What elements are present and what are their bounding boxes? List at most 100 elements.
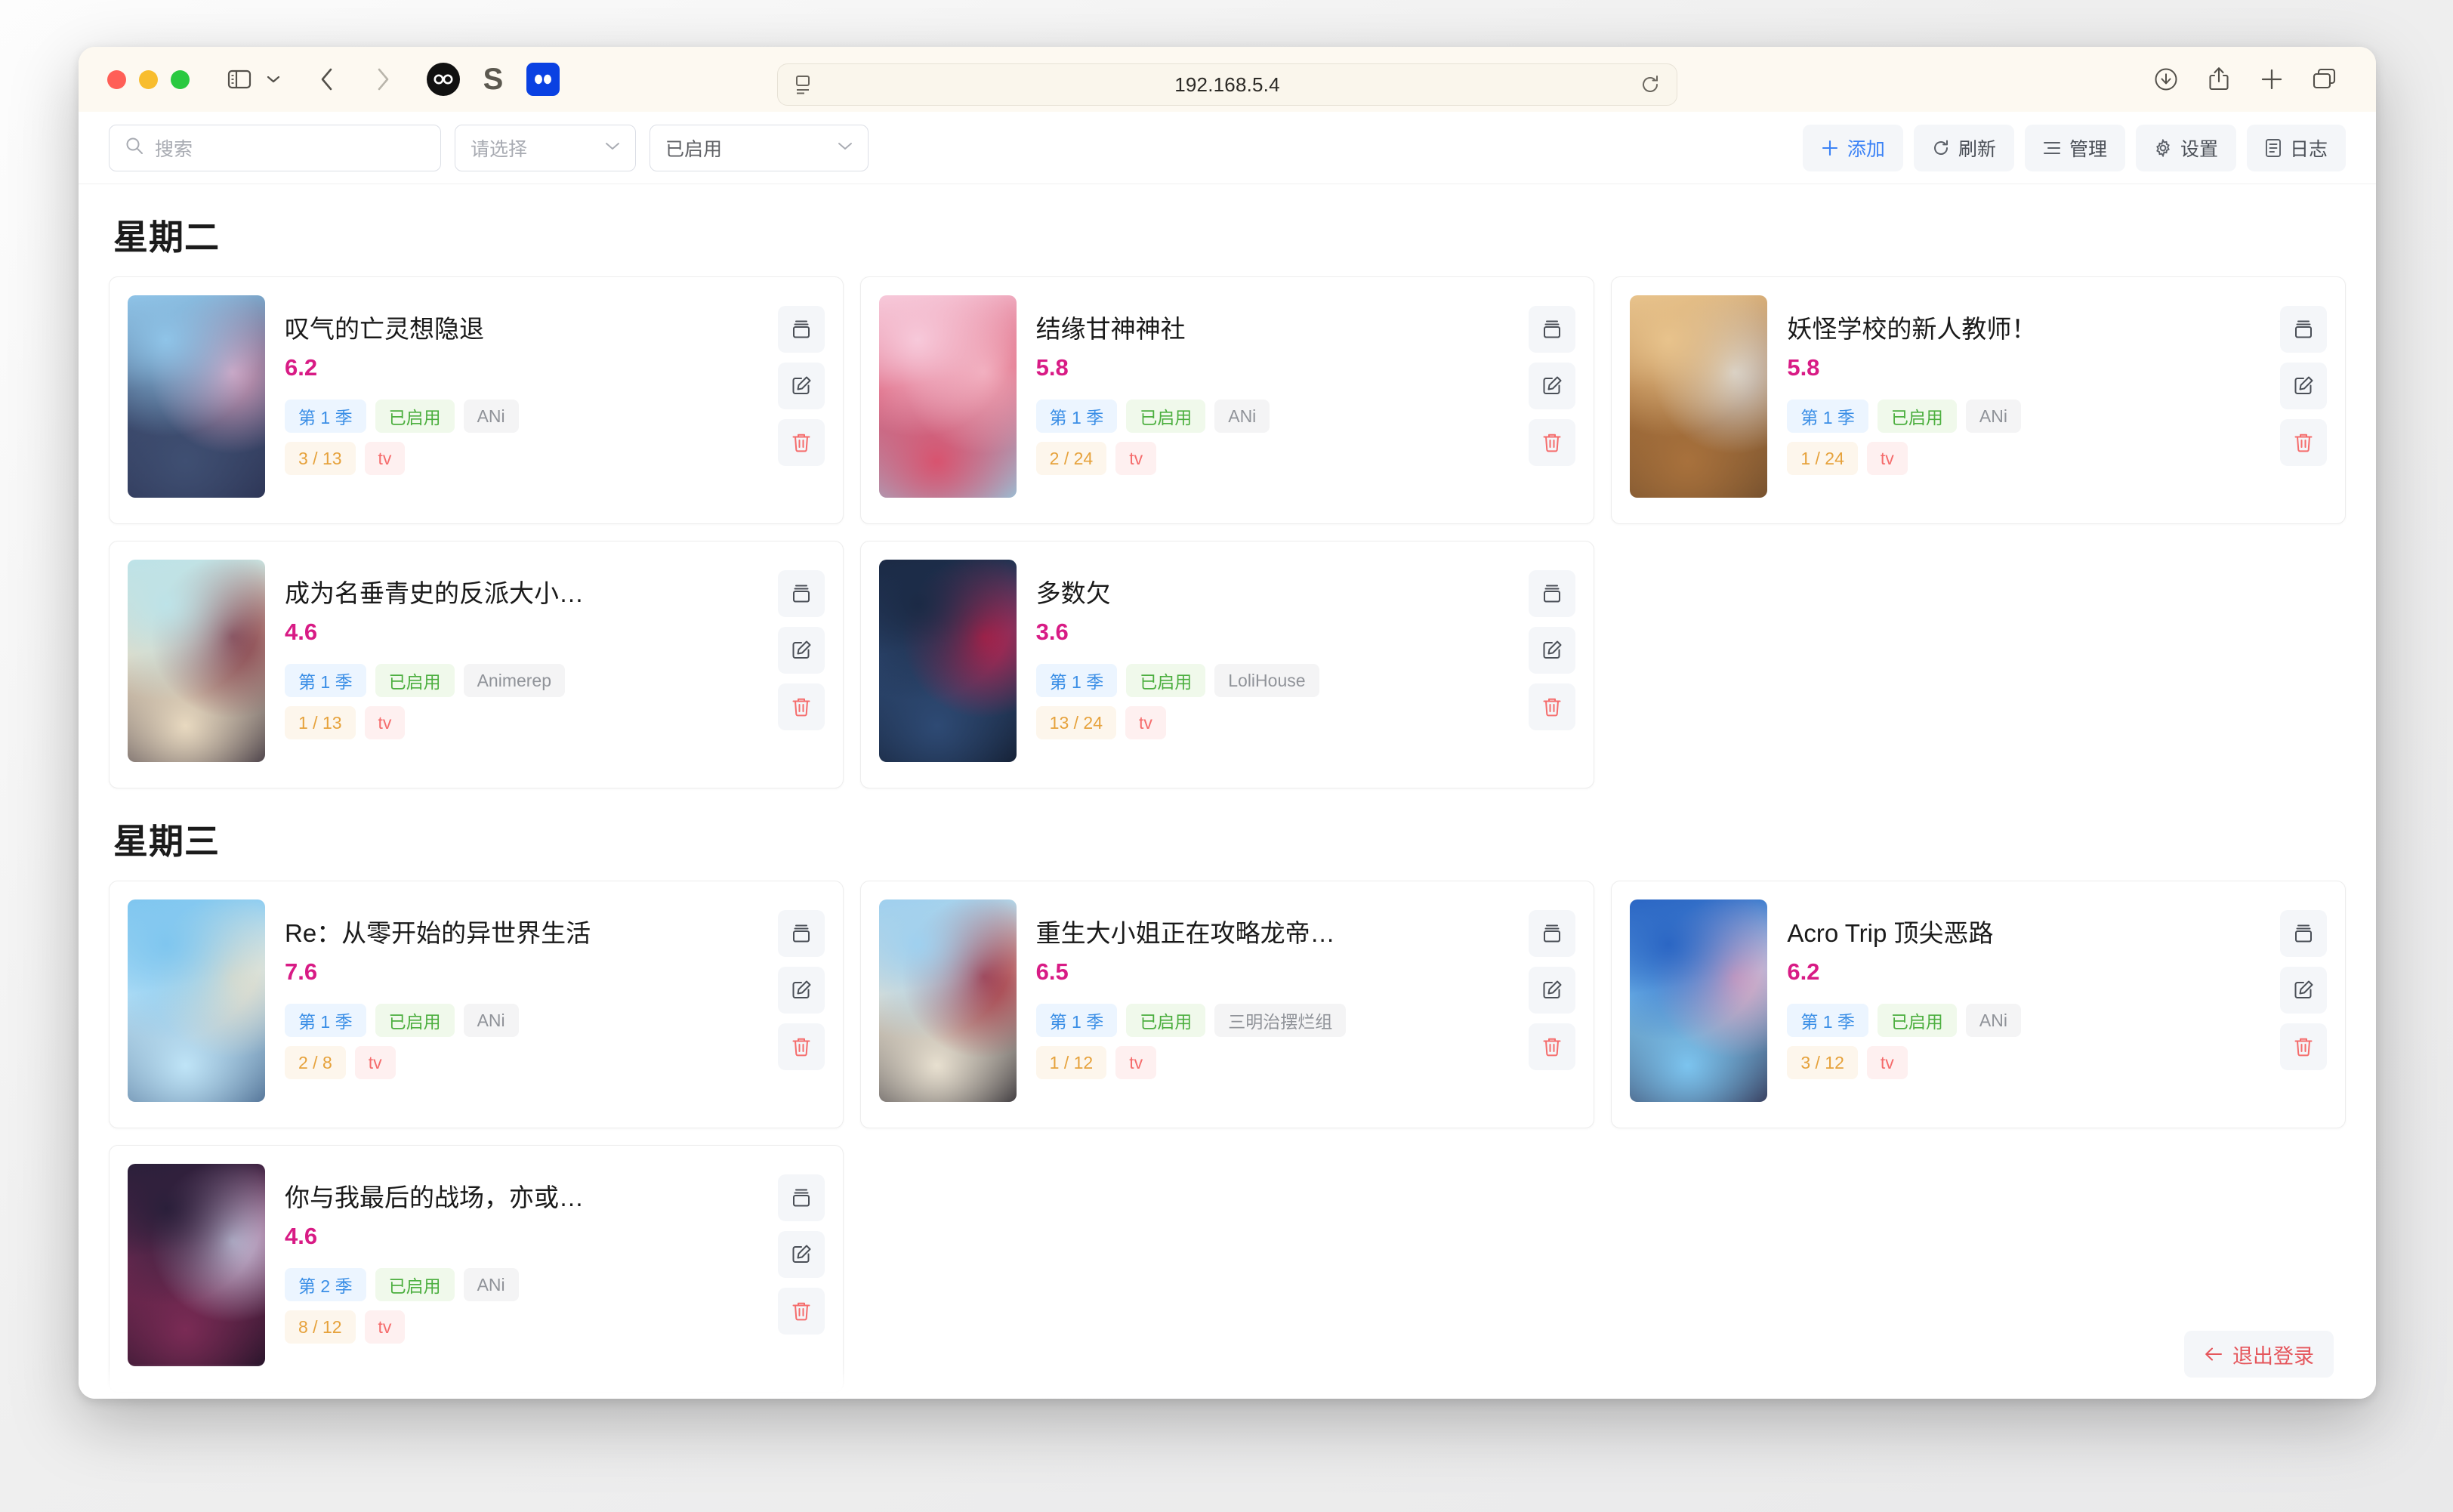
refresh-button[interactable]: 刷新 xyxy=(1913,124,2014,171)
anime-poster[interactable] xyxy=(1630,295,1768,498)
s-favicon[interactable]: S xyxy=(477,63,510,96)
reload-icon[interactable] xyxy=(1640,74,1660,95)
log-button[interactable]: 日志 xyxy=(2246,124,2346,171)
delete-icon[interactable] xyxy=(2280,1023,2327,1070)
status-tag: 已启用 xyxy=(375,1268,455,1301)
sidebar-icon[interactable] xyxy=(218,58,261,100)
anime-card[interactable]: Acro Trip 顶尖恶路 6.2 第 1 季已启用 ANi 3 / 12 tv xyxy=(1611,881,2346,1128)
logout-button[interactable]: 退出登录 xyxy=(2184,1331,2334,1378)
anime-title: Re：从零开始的异世界生活 xyxy=(285,919,591,947)
anime-poster[interactable] xyxy=(128,899,265,1102)
anime-tag-row-secondary: 1 / 24 tv xyxy=(1787,442,2260,475)
anime-poster[interactable] xyxy=(878,899,1017,1102)
anime-poster[interactable] xyxy=(128,295,265,498)
anime-card-actions xyxy=(2280,899,2327,1109)
share-icon[interactable] xyxy=(2198,58,2240,100)
back-chevron-icon[interactable] xyxy=(306,58,348,100)
delete-icon[interactable] xyxy=(1529,683,1576,730)
delete-icon[interactable] xyxy=(2280,419,2327,466)
edit-icon[interactable] xyxy=(2280,967,2327,1014)
collect-icon[interactable] xyxy=(1529,306,1576,353)
progress-tag: 2 / 8 xyxy=(285,1046,346,1079)
edit-icon[interactable] xyxy=(777,967,825,1014)
anime-title: 多数欠 xyxy=(1035,579,1111,607)
collect-icon[interactable] xyxy=(777,570,825,617)
anime-tag-row-primary: 第 1 季已启用 ANi xyxy=(285,1004,758,1037)
anime-score: 6.2 xyxy=(1787,958,1820,985)
collect-icon[interactable] xyxy=(777,1174,825,1221)
season-tag: 第 2 季 xyxy=(285,1268,366,1301)
anime-card[interactable]: 叹气的亡灵想隐退 6.2 第 1 季已启用 ANi 3 / 13 tv xyxy=(109,276,844,524)
close-window-button[interactable] xyxy=(107,69,126,89)
anime-title: 你与我最后的战场，亦或… xyxy=(285,1183,584,1211)
manage-button-label: 管理 xyxy=(2069,138,2107,160)
add-button[interactable]: 添加 xyxy=(1802,124,1903,171)
anime-card-body: 叹气的亡灵想隐退 6.2 第 1 季已启用 ANi 3 / 13 tv xyxy=(285,295,758,505)
anime-tag-row-secondary: 3 / 13 tv xyxy=(285,442,758,475)
anime-score: 6.2 xyxy=(285,354,318,381)
anime-card[interactable]: 成为名垂青史的反派大小… 4.6 第 1 季已启用 Animerep 1 / 13 tv xyxy=(109,541,844,788)
anime-poster[interactable] xyxy=(128,1164,265,1366)
search-input[interactable]: 搜索 xyxy=(109,124,441,171)
type-tag: tv xyxy=(364,706,406,739)
delete-icon[interactable] xyxy=(777,419,825,466)
blue-favicon[interactable] xyxy=(526,63,560,96)
maximize-window-button[interactable] xyxy=(171,69,190,89)
address-bar[interactable]: 192.168.5.4 xyxy=(777,63,1677,106)
anime-tag-row-secondary: 8 / 12 tv xyxy=(285,1310,758,1344)
anime-card[interactable]: Re：从零开始的异世界生活 7.6 第 1 季已启用 ANi 2 / 8 tv xyxy=(109,881,844,1128)
collect-icon[interactable] xyxy=(777,306,825,353)
edit-icon[interactable] xyxy=(777,627,825,674)
anime-card[interactable]: 重生大小姐正在攻略龙帝… 6.5 第 1 季已启用 三明治摆烂组 1 / 12 tv xyxy=(859,881,1595,1128)
anime-tag-row-primary: 第 1 季已启用 ANi xyxy=(1787,1004,2260,1037)
season-tag: 第 1 季 xyxy=(1787,1004,1868,1037)
edit-icon[interactable] xyxy=(1529,967,1576,1014)
delete-icon[interactable] xyxy=(777,683,825,730)
collect-icon[interactable] xyxy=(2280,306,2327,353)
collect-icon[interactable] xyxy=(1529,570,1576,617)
status-select[interactable]: 已启用 xyxy=(650,124,869,171)
edit-icon[interactable] xyxy=(777,1231,825,1278)
forward-chevron-icon[interactable] xyxy=(362,58,404,100)
download-icon[interactable] xyxy=(2145,58,2187,100)
delete-icon[interactable] xyxy=(777,1288,825,1335)
edit-icon[interactable] xyxy=(1529,363,1576,409)
anime-poster[interactable] xyxy=(878,560,1017,762)
anime-card[interactable]: 多数欠 3.6 第 1 季已启用 LoliHouse 13 / 24 tv xyxy=(859,541,1595,788)
edit-icon[interactable] xyxy=(1529,627,1576,674)
minimize-window-button[interactable] xyxy=(139,69,158,89)
chevron-down-icon[interactable] xyxy=(261,58,286,100)
window-traffic-lights[interactable] xyxy=(107,69,190,89)
edit-icon[interactable] xyxy=(2280,363,2327,409)
anime-poster[interactable] xyxy=(1630,899,1768,1102)
delete-icon[interactable] xyxy=(1529,1023,1576,1070)
anime-poster[interactable] xyxy=(878,295,1017,498)
delete-icon[interactable] xyxy=(777,1023,825,1070)
anime-list-scroll-area[interactable]: 星期二 叹气的亡灵想隐退 6.2 第 1 季已启用 ANi 3 / 13 tv 结缘甘神神社 5… xyxy=(79,184,2376,1399)
anime-card[interactable]: 结缘甘神神社 5.8 第 1 季已启用 ANi 2 / 24 tv xyxy=(859,276,1595,524)
search-icon xyxy=(125,136,144,159)
manage-button[interactable]: 管理 xyxy=(2024,124,2125,171)
anime-card[interactable]: 你与我最后的战场，亦或… 4.6 第 2 季已启用 ANi 8 / 12 tv xyxy=(109,1145,844,1393)
reader-view-icon[interactable] xyxy=(795,74,814,95)
status-tag: 已启用 xyxy=(375,400,455,433)
plus-icon[interactable] xyxy=(2251,58,2293,100)
url-text[interactable]: 192.168.5.4 xyxy=(814,73,1640,97)
infinity-favicon[interactable] xyxy=(427,63,460,96)
anime-title: Acro Trip 顶尖恶路 xyxy=(1787,919,1994,947)
anime-poster[interactable] xyxy=(128,560,265,762)
gear-icon xyxy=(2154,138,2172,157)
filter-select[interactable]: 请选择 xyxy=(455,124,636,171)
delete-icon[interactable] xyxy=(1529,419,1576,466)
settings-button[interactable]: 设置 xyxy=(2135,124,2236,171)
anime-card[interactable]: 妖怪学校的新人教师！ 5.8 第 1 季已启用 ANi 1 / 24 tv xyxy=(1611,276,2346,524)
edit-icon[interactable] xyxy=(777,363,825,409)
logout-container: 退出登录 xyxy=(2184,1331,2334,1378)
collect-icon[interactable] xyxy=(777,910,825,957)
tab-overview-icon[interactable] xyxy=(2303,58,2346,100)
season-tag: 第 1 季 xyxy=(1035,400,1118,433)
collect-icon[interactable] xyxy=(1529,910,1576,957)
status-tag: 已启用 xyxy=(375,1004,455,1037)
progress-tag: 3 / 12 xyxy=(1787,1046,1858,1079)
collect-icon[interactable] xyxy=(2280,910,2327,957)
